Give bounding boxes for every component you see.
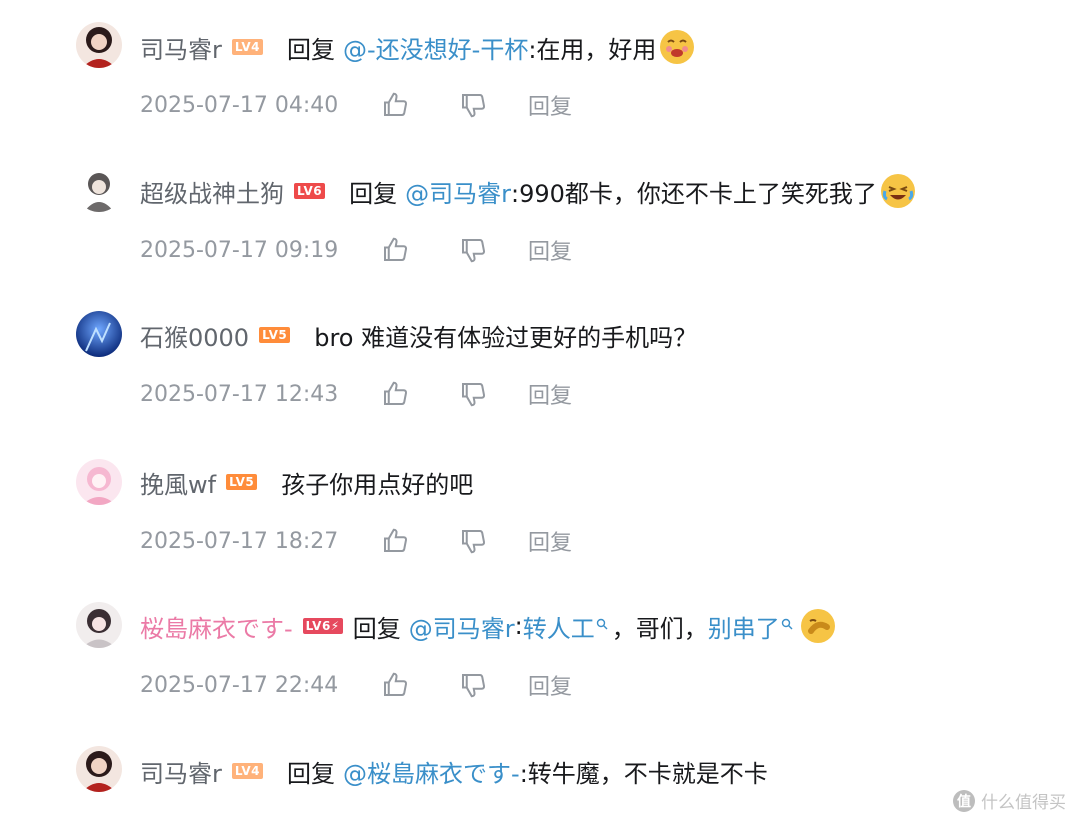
- like-icon[interactable]: [370, 526, 420, 556]
- username[interactable]: 司马睿r: [140, 30, 222, 65]
- reply-button[interactable]: 回复: [528, 378, 572, 410]
- timestamp: 2025-07-17 04:40: [140, 92, 339, 118]
- level-badge: LV6: [294, 183, 326, 199]
- dislike-icon[interactable]: [448, 670, 498, 700]
- search-link[interactable]: 别串了: [708, 609, 780, 644]
- avatar[interactable]: [76, 311, 122, 357]
- mention-link[interactable]: @桜島麻衣です-: [343, 754, 520, 789]
- reply-button[interactable]: 回复: [528, 89, 572, 121]
- search-link[interactable]: 转人工: [523, 609, 595, 644]
- watermark: 值 什么值得买: [953, 788, 1066, 813]
- emoji-facepalm-icon: [800, 609, 835, 643]
- emoji-laugh-cry-icon: [880, 174, 915, 208]
- dislike-icon[interactable]: [448, 379, 498, 409]
- reply-label: 回复: [352, 614, 401, 643]
- comment-text: ，哥们，: [611, 614, 708, 643]
- comment-text: :在用，好用: [528, 35, 657, 64]
- mention-link[interactable]: @司马睿r: [409, 609, 515, 644]
- search-icon: [781, 618, 793, 634]
- reply-button[interactable]: 回复: [528, 669, 572, 701]
- mention-link[interactable]: @-还没想好-干杯: [343, 30, 528, 65]
- reply-label: 回复: [287, 35, 336, 64]
- username[interactable]: 挽風wf: [140, 465, 216, 500]
- username[interactable]: 司马睿r: [140, 754, 222, 789]
- watermark-logo-icon: 值: [953, 789, 975, 812]
- search-icon: [596, 618, 608, 634]
- comment-text: :990都卡，你还不卡上了笑死我了: [511, 179, 877, 208]
- level-badge: LV4: [231, 763, 264, 779]
- like-icon[interactable]: [370, 235, 420, 265]
- avatar[interactable]: [76, 746, 122, 792]
- comment-text: bro 难道没有体验过更好的手机吗？: [314, 323, 698, 352]
- dislike-icon[interactable]: [448, 235, 498, 265]
- avatar[interactable]: [76, 166, 122, 212]
- like-icon[interactable]: [370, 90, 420, 120]
- username[interactable]: 桜島麻衣です-: [140, 609, 293, 644]
- watermark-text: 什么值得买: [981, 793, 1066, 813]
- reply-button[interactable]: 回复: [528, 525, 572, 557]
- like-icon[interactable]: [370, 670, 420, 700]
- avatar[interactable]: [76, 602, 122, 648]
- level-badge: LV4: [231, 39, 264, 55]
- timestamp: 2025-07-17 12:43: [140, 381, 339, 407]
- timestamp: 2025-07-17 22:44: [140, 672, 339, 698]
- username[interactable]: 石猴0000: [140, 318, 249, 353]
- like-icon[interactable]: [370, 379, 420, 409]
- emoji-yum-icon: [660, 30, 695, 64]
- comment-text: :转牛魔，不卡就是不卡: [519, 759, 768, 788]
- dislike-icon[interactable]: [448, 90, 498, 120]
- level-badge: LV6⚡: [302, 618, 343, 634]
- dislike-icon[interactable]: [448, 526, 498, 556]
- comment-text: :: [514, 612, 523, 640]
- timestamp: 2025-07-17 09:19: [140, 237, 339, 263]
- reply-label: 回复: [287, 759, 336, 788]
- avatar[interactable]: [76, 22, 122, 68]
- level-badge: LV5: [259, 327, 291, 343]
- level-badge: LV5: [226, 474, 258, 490]
- reply-button[interactable]: 回复: [528, 234, 572, 266]
- timestamp: 2025-07-17 18:27: [140, 528, 339, 554]
- comment-text: 孩子你用点好的吧: [281, 470, 474, 499]
- mention-link[interactable]: @司马睿r: [405, 174, 511, 209]
- avatar[interactable]: [76, 459, 122, 505]
- username[interactable]: 超级战神土狗: [140, 174, 284, 209]
- reply-label: 回复: [349, 179, 398, 208]
